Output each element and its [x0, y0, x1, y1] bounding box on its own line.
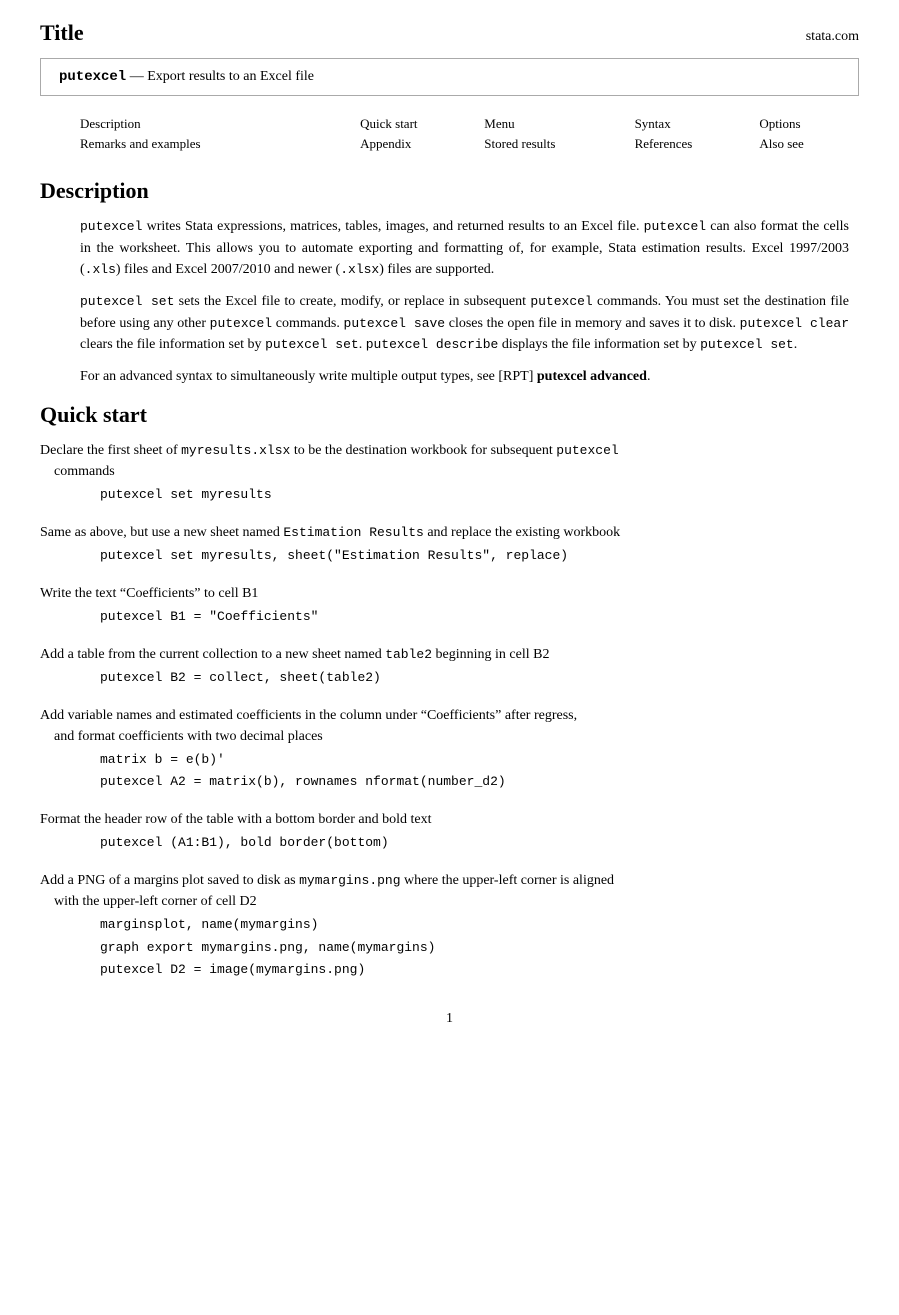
putexcel-ref-4: putexcel: [210, 316, 272, 331]
qs-2-code-line: putexcel set myresults, sheet("Estimatio…: [100, 548, 568, 563]
qs-item-5-desc: Add variable names and estimated coeffic…: [40, 705, 859, 747]
quick-start-section: Quick start Declare the first sheet of m…: [40, 402, 859, 981]
nav-description[interactable]: Description: [80, 116, 141, 131]
putexcel-save: putexcel save: [344, 316, 446, 331]
qs-item-6: Format the header row of the table with …: [40, 809, 859, 854]
page-footer: 1: [40, 1011, 859, 1027]
nav-remarks[interactable]: Remarks and examples: [80, 136, 201, 151]
qs-5-code-line-2: putexcel A2 = matrix(b), rownames nforma…: [100, 774, 506, 789]
page-title: Title: [40, 20, 84, 46]
nav-stored-results[interactable]: Stored results: [484, 136, 555, 151]
qs-item-3-code: putexcel B1 = "Coefficients": [100, 606, 859, 628]
command-description: — Export results to an Excel file: [130, 69, 314, 84]
putexcel-describe: putexcel describe: [366, 337, 499, 352]
qs-item-3-desc: Write the text “Coefficients” to cell B1: [40, 583, 859, 604]
qs-1-cmd: putexcel: [556, 443, 618, 458]
qs-7-code-line-1: marginsplot, name(mymargins): [100, 917, 318, 932]
qs-item-1: Declare the first sheet of myresults.xls…: [40, 440, 859, 506]
description-para-2: putexcel set sets the Excel file to crea…: [80, 291, 849, 356]
description-heading: Description: [40, 178, 859, 204]
nav-quick-start[interactable]: Quick start: [360, 116, 417, 131]
nav-menu[interactable]: Menu: [484, 116, 514, 131]
putexcel-clear: putexcel clear: [740, 316, 849, 331]
putexcel-advanced-ref: putexcel advanced: [537, 369, 647, 384]
page-number: 1: [446, 1011, 453, 1026]
putexcel-set-3: putexcel set: [700, 337, 794, 352]
description-para-3: For an advanced syntax to simultaneously…: [80, 366, 849, 388]
qs-7-code-line-3: putexcel D2 = image(mymargins.png): [100, 962, 365, 977]
nav-syntax[interactable]: Syntax: [635, 116, 671, 131]
description-body: putexcel writes Stata expressions, matri…: [80, 216, 849, 388]
qs-item-2-desc: Same as above, but use a new sheet named…: [40, 522, 859, 543]
putexcel-ref-3: putexcel: [530, 294, 592, 309]
qs-item-4: Add a table from the current collection …: [40, 644, 859, 689]
qs-item-7-desc: Add a PNG of a margins plot saved to dis…: [40, 870, 859, 912]
page-header: Title stata.com: [40, 20, 859, 46]
qs-item-1-code: putexcel set myresults: [100, 484, 859, 506]
title-box: putexcel — Export results to an Excel fi…: [40, 58, 859, 96]
qs-4-sheet: table2: [385, 647, 432, 662]
qs-3-code-line: putexcel B1 = "Coefficients": [100, 609, 318, 624]
qs-item-2-code: putexcel set myresults, sheet("Estimatio…: [100, 545, 859, 567]
qs-1-code-line: putexcel set myresults: [100, 487, 272, 502]
putexcel-set-2: putexcel set: [265, 337, 359, 352]
nav-options[interactable]: Options: [759, 116, 800, 131]
qs-item-6-desc: Format the header row of the table with …: [40, 809, 859, 830]
qs-item-3: Write the text “Coefficients” to cell B1…: [40, 583, 859, 628]
xls-ext: .xls: [85, 262, 116, 277]
nav-references[interactable]: References: [635, 136, 693, 151]
putexcel-ref-1: putexcel: [80, 219, 142, 234]
qs-item-5-code: matrix b = e(b)' putexcel A2 = matrix(b)…: [100, 749, 859, 793]
qs-5-code-line-1: matrix b = e(b)': [100, 752, 225, 767]
qs-4-code-line: putexcel B2 = collect, sheet(table2): [100, 670, 381, 685]
description-para-1: putexcel writes Stata expressions, matri…: [80, 216, 849, 281]
xlsx-ext: .xlsx: [340, 262, 379, 277]
qs-1-file: myresults.xlsx: [181, 443, 290, 458]
qs-item-4-desc: Add a table from the current collection …: [40, 644, 859, 665]
qs-item-1-desc: Declare the first sheet of myresults.xls…: [40, 440, 859, 482]
qs-item-6-code: putexcel (A1:B1), bold border(bottom): [100, 832, 859, 854]
command-name: putexcel: [59, 69, 126, 85]
qs-item-5: Add variable names and estimated coeffic…: [40, 705, 859, 793]
description-section: Description putexcel writes Stata expres…: [40, 178, 859, 388]
qs-6-code-line: putexcel (A1:B1), bold border(bottom): [100, 835, 389, 850]
qs-item-7-code: marginsplot, name(mymargins) graph expor…: [100, 914, 859, 980]
qs-item-4-code: putexcel B2 = collect, sheet(table2): [100, 667, 859, 689]
putexcel-ref-2: putexcel: [644, 219, 706, 234]
qs-2-sheet: Estimation Results: [283, 525, 423, 540]
qs-7-file: mymargins.png: [299, 873, 400, 888]
stata-logo: stata.com: [806, 29, 859, 45]
putexcel-set-1: putexcel set: [80, 294, 174, 309]
nav-also-see[interactable]: Also see: [759, 136, 803, 151]
quick-start-heading: Quick start: [40, 402, 859, 428]
qs-7-code-line-2: graph export mymargins.png, name(mymargi…: [100, 940, 435, 955]
qs-item-7: Add a PNG of a margins plot saved to dis…: [40, 870, 859, 980]
qs-item-2: Same as above, but use a new sheet named…: [40, 522, 859, 567]
nav-appendix[interactable]: Appendix: [360, 136, 411, 151]
nav-table: Description Quick start Menu Syntax Opti…: [40, 114, 859, 154]
